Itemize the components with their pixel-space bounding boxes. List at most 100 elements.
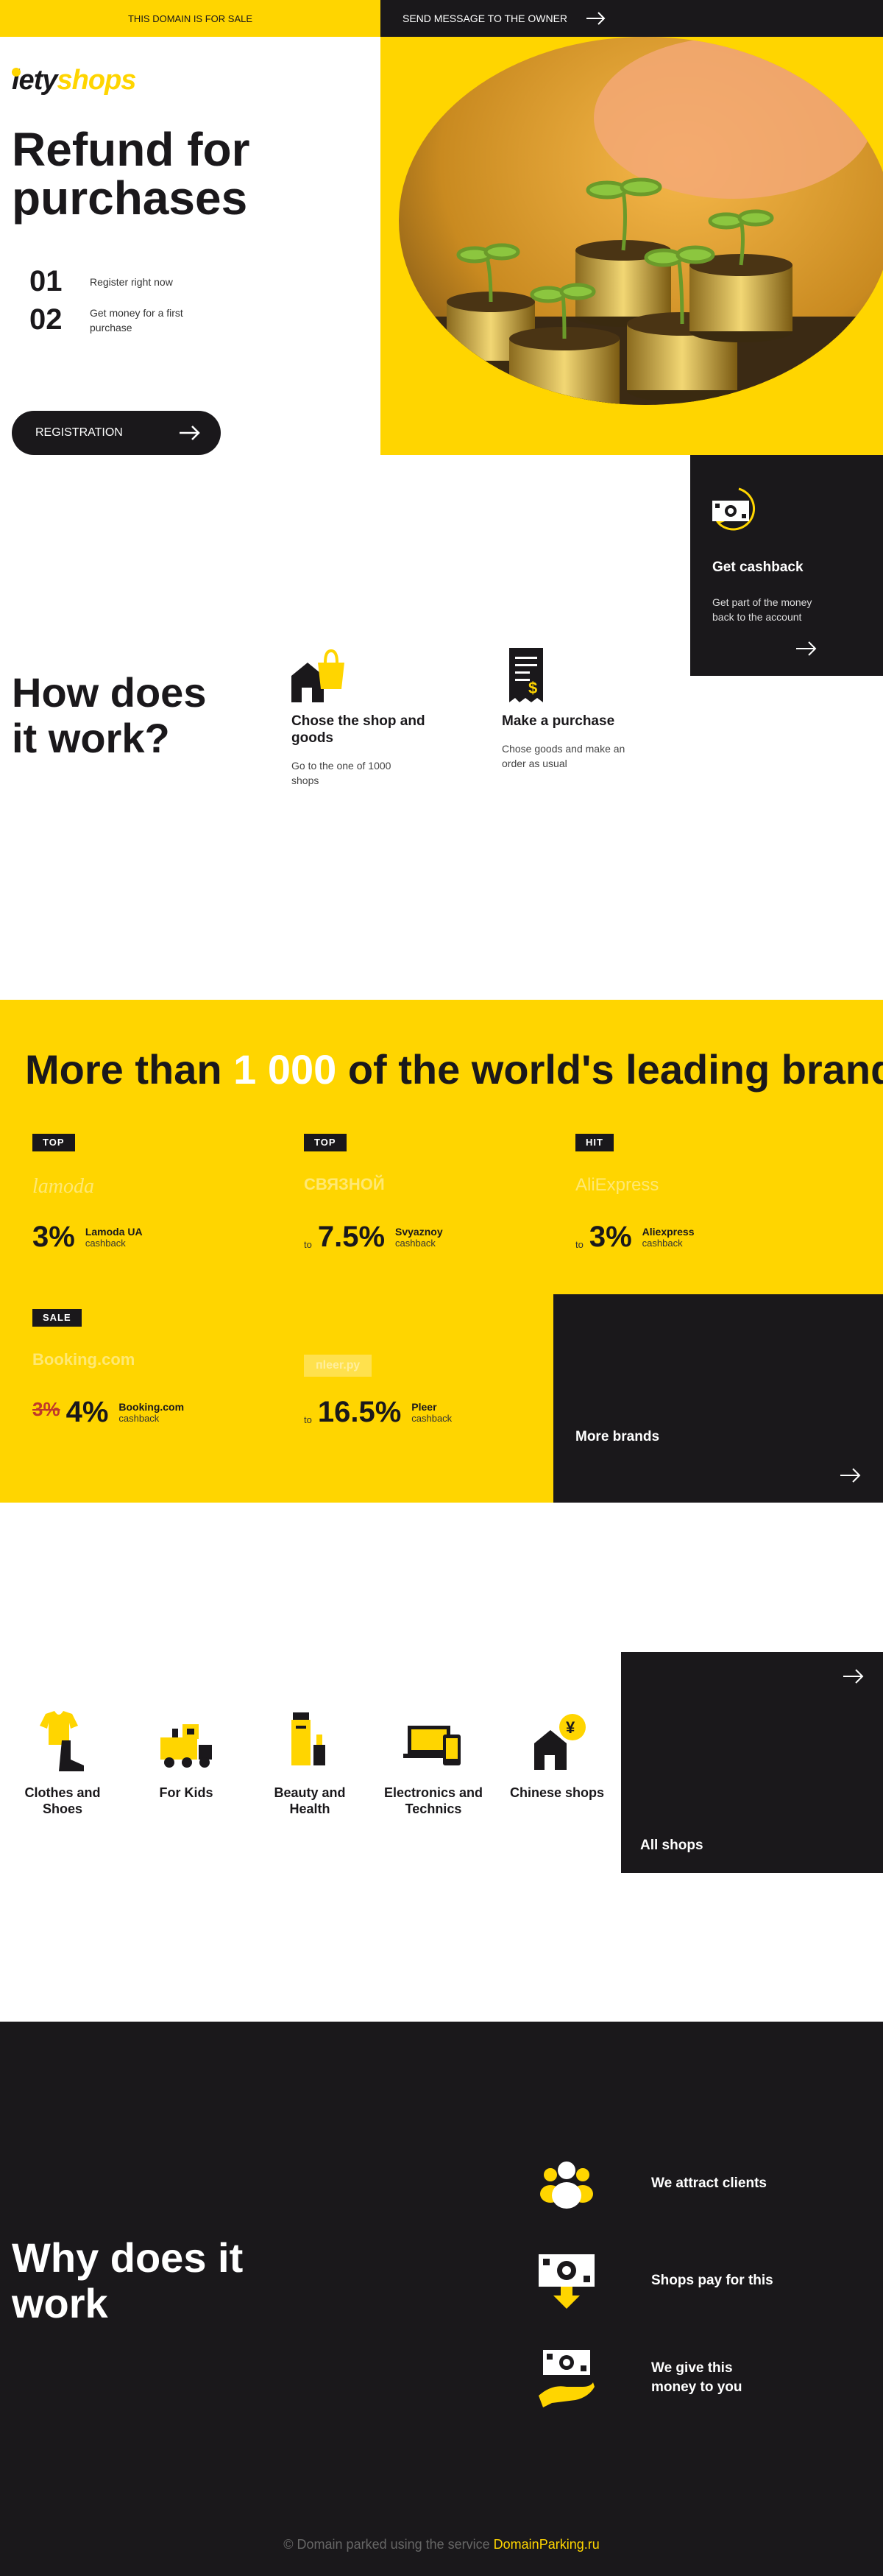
- step-number: 01: [29, 265, 63, 297]
- step-1: 01 Register right now: [29, 265, 200, 298]
- brand-cashback: cashback: [395, 1238, 436, 1249]
- brand-badge: TOP: [32, 1134, 75, 1151]
- top-bar: THIS DOMAIN IS FOR SALE SEND MESSAGE TO …: [0, 0, 883, 37]
- logo-part2: shops: [57, 65, 136, 96]
- brand-meta: Lamoda UA cashback: [85, 1226, 143, 1249]
- all-shops-button[interactable]: All shops: [621, 1652, 883, 1873]
- how-item-shop: Chose the shop and goods Go to the one o…: [291, 646, 439, 788]
- category-electronics[interactable]: Electronics and Technics: [378, 1708, 489, 1817]
- send-message-label: SEND MESSAGE TO THE OWNER: [403, 13, 568, 24]
- why-item-text: We give this money to you: [651, 2360, 742, 2395]
- why-item-give-money: We give this money to you: [537, 2349, 762, 2407]
- category-beauty[interactable]: Beauty and Health: [255, 1708, 365, 1817]
- brand-card-aliexpress[interactable]: HIT AliExpress to 3% Aliexpress cashback: [568, 1134, 789, 1288]
- registration-label: REGISTRATION: [35, 426, 123, 439]
- category-label: Chinese shops: [509, 1785, 605, 1800]
- cashback-desc: Get part of the money back to the accoun…: [712, 596, 812, 623]
- people-icon: [537, 2154, 596, 2213]
- brand-to: to: [304, 1414, 312, 1425]
- send-message-button[interactable]: SEND MESSAGE TO THE OWNER: [380, 0, 883, 37]
- brand-cashback: cashback: [411, 1413, 453, 1424]
- brand-percent: 3%: [32, 1221, 75, 1253]
- footer-text: © Domain parked using the service: [283, 2537, 494, 2552]
- yen-shop-icon: ¥: [502, 1708, 612, 1774]
- how-item-purchase: $ Make a purchase Chose goods and make a…: [502, 646, 649, 771]
- category-chinese[interactable]: ¥ Chinese shops: [502, 1708, 612, 1801]
- step-text: Get money for a first purchase: [90, 306, 183, 334]
- brand-logo: Booking.com: [32, 1350, 135, 1369]
- brand-logo: СВЯЗНОЙ: [304, 1175, 385, 1193]
- more-brands-button[interactable]: More brands: [553, 1294, 883, 1503]
- brand-badge: TOP: [304, 1134, 347, 1151]
- hand-money-icon: [537, 2349, 596, 2407]
- svg-text:$: $: [528, 679, 537, 697]
- brands-title: More than 1 000 of the world's leading b…: [25, 1045, 883, 1093]
- how-item-title: Make a purchase: [502, 713, 615, 729]
- category-kids[interactable]: For Kids: [131, 1708, 241, 1801]
- brand-to: to: [575, 1239, 584, 1250]
- logo-dot: [12, 68, 21, 77]
- brand-name: Pleer: [411, 1401, 437, 1413]
- brand-cashback: cashback: [642, 1238, 683, 1249]
- brand-logo: AliExpress: [575, 1175, 659, 1195]
- all-shops-label: All shops: [640, 1838, 703, 1853]
- brand-percent: 4%: [65, 1396, 109, 1428]
- arrow-right-icon: [180, 426, 200, 440]
- page: { "topbar": { "sale_text": "THIS DOMAIN …: [0, 0, 883, 2576]
- get-cashback-card[interactable]: Get cashback Get part of the money back …: [690, 455, 883, 676]
- shop-bag-icon: [291, 646, 439, 705]
- brand-badge: HIT: [575, 1134, 614, 1151]
- brand-card-lamoda[interactable]: TOP lamoda 3% Lamoda UA cashback: [25, 1134, 246, 1288]
- why-item-text: We attract clients: [651, 2176, 767, 2191]
- brand-logo: пleer.ру: [304, 1355, 372, 1377]
- clothes-icon: [7, 1708, 118, 1774]
- brand-meta: Aliexpress cashback: [642, 1226, 695, 1249]
- brand-card-booking[interactable]: SALE Booking.com 3% 4% Booking.com cashb…: [25, 1309, 246, 1464]
- brand-card-pleer[interactable]: пleer.ру to 16.5% Pleer cashback: [297, 1309, 517, 1464]
- arrow-right-icon: [843, 1669, 864, 1684]
- brand-meta: Pleer cashback: [411, 1401, 452, 1424]
- coins-plants-illustration: [399, 37, 883, 405]
- cosmetics-icon: [255, 1708, 365, 1774]
- how-title: How does it work?: [12, 669, 207, 761]
- brand-card-svyaznoy[interactable]: TOP СВЯЗНОЙ to 7.5% Svyaznoy cashback: [297, 1134, 517, 1288]
- domain-sale-notice: THIS DOMAIN IS FOR SALE: [0, 0, 380, 37]
- hero-image: [380, 37, 883, 455]
- why-section: Why does it work We attract clients Shop…: [0, 2022, 883, 2576]
- brand-rate: to 7.5% Svyaznoy cashback: [304, 1221, 443, 1253]
- money-down-icon: [537, 2251, 596, 2310]
- brand-meta: Svyaznoy cashback: [395, 1226, 443, 1249]
- step-text: Register right now: [90, 275, 173, 288]
- brand-meta: Booking.com cashback: [118, 1401, 184, 1424]
- registration-button[interactable]: REGISTRATION: [12, 411, 221, 455]
- cashback-icon: [712, 487, 755, 531]
- brand-logo: lamoda: [32, 1175, 94, 1198]
- brand-cashback: cashback: [118, 1413, 160, 1424]
- why-item-clients: We attract clients: [537, 2154, 798, 2213]
- why-item-text: Shops pay for this: [651, 2273, 773, 2288]
- how-item-desc: Chose goods and make an order as usual: [502, 743, 625, 769]
- arrow-right-icon: [796, 641, 817, 656]
- step-2: 02 Get money for a first purchase: [29, 303, 200, 336]
- why-item-shops-pay: Shops pay for this: [537, 2251, 798, 2310]
- brand-name: Aliexpress: [642, 1226, 695, 1238]
- more-brands-label: More brands: [575, 1429, 660, 1444]
- brand-badge: SALE: [32, 1309, 82, 1327]
- how-item-title: Chose the shop and goods: [291, 713, 425, 746]
- train-icon: [131, 1708, 241, 1774]
- category-label: For Kids: [159, 1785, 213, 1800]
- brand-to: to: [304, 1239, 312, 1250]
- domainparking-link[interactable]: DomainParking.ru: [494, 2537, 600, 2552]
- footer: © Domain parked using the service Domain…: [0, 2537, 883, 2552]
- category-clothes[interactable]: Clothes and Shoes: [7, 1708, 118, 1817]
- letyshops-logo[interactable]: letyshops: [12, 65, 136, 96]
- brand-name: Lamoda UA: [85, 1226, 143, 1238]
- category-label: Electronics and Technics: [383, 1785, 483, 1816]
- category-label: Beauty and Health: [274, 1785, 346, 1816]
- devices-icon: [378, 1708, 489, 1774]
- arrow-right-icon: [840, 1468, 861, 1483]
- brands-title-after: of the world's leading brand: [336, 1046, 883, 1093]
- brands-title-highlight: 1 000: [233, 1046, 337, 1093]
- brand-percent: 3%: [589, 1221, 632, 1253]
- receipt-icon: $: [502, 646, 649, 705]
